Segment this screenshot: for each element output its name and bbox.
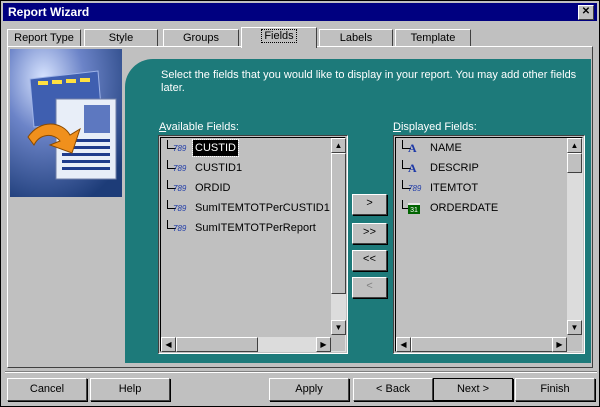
field-name: CUSTID	[192, 139, 239, 157]
move-all-right-button[interactable]: >>	[352, 223, 387, 244]
tab-fields[interactable]: Fields	[241, 27, 317, 48]
scroll-thumb[interactable]	[567, 153, 582, 173]
scroll-thumb[interactable]	[176, 337, 258, 352]
title-bar: Report Wizard ✕	[3, 3, 597, 21]
number-icon: 789	[173, 144, 187, 153]
vertical-scrollbar[interactable]: ▲ ▼	[331, 138, 346, 335]
tab-label: Labels	[339, 32, 373, 44]
close-button[interactable]: ✕	[578, 5, 594, 20]
tab-label: Groups	[182, 32, 220, 44]
field-name: ORDID	[195, 182, 231, 194]
vertical-scrollbar[interactable]: ▲ ▼	[567, 138, 582, 335]
horizontal-scrollbar[interactable]: ◀ ▶	[161, 337, 331, 352]
tab-report-type[interactable]: Report Type	[7, 29, 81, 47]
mnemonic: D	[393, 121, 401, 133]
field-name: SumITEMTOTPerCUSTID1	[195, 202, 330, 214]
scroll-down-button[interactable]: ▼	[331, 320, 346, 335]
text-icon: A	[408, 141, 417, 155]
tab-label: Style	[108, 32, 134, 44]
instructions-text: Select the fields that you would like to…	[161, 69, 577, 94]
field-name: SumITEMTOTPerReport	[195, 222, 316, 234]
scroll-down-button[interactable]: ▼	[567, 320, 582, 335]
number-icon: 789	[173, 184, 187, 193]
displayed-fields-label: Displayed Fields:	[393, 121, 477, 133]
apply-button[interactable]: Apply	[269, 378, 349, 401]
horizontal-scrollbar[interactable]: ◀ ▶	[396, 337, 567, 352]
move-selected-left-button[interactable]: <	[352, 277, 387, 298]
scroll-left-button[interactable]: ◀	[396, 337, 411, 352]
scroll-right-button[interactable]: ▶	[316, 337, 331, 352]
number-icon: 789	[408, 184, 422, 193]
displayed-fields-list[interactable]: A NAME A DESCRIP 789 ITEMTOT 31 ORDERDAT…	[393, 135, 585, 354]
tab-labels[interactable]: Labels	[319, 29, 393, 47]
scroll-thumb[interactable]	[411, 337, 553, 352]
label-text: isplayed Fields:	[400, 121, 477, 133]
field-name: CUSTID1	[195, 162, 243, 174]
tab-groups[interactable]: Groups	[163, 29, 239, 47]
move-all-left-button[interactable]: <<	[352, 250, 387, 271]
number-icon: 789	[173, 204, 187, 213]
tab-template[interactable]: Template	[395, 29, 471, 47]
tab-label: Template	[410, 32, 456, 44]
help-button[interactable]: Help	[90, 378, 170, 401]
field-name: ITEMTOT	[430, 182, 479, 194]
available-fields-label: Available Fields:	[159, 121, 239, 133]
report-wizard-window: Report Wizard ✕ Report Type Style Groups…	[0, 0, 600, 407]
scroll-right-button[interactable]: ▶	[552, 337, 567, 352]
date-icon: 31	[408, 203, 420, 214]
scroll-up-button[interactable]: ▲	[567, 138, 582, 153]
number-icon: 789	[173, 164, 187, 173]
field-name: DESCRIP	[430, 162, 479, 174]
tab-style[interactable]: Style	[84, 29, 158, 47]
list-frame	[395, 137, 583, 352]
tab-label: Fields	[261, 29, 297, 43]
report-wizard-illustration	[10, 49, 122, 197]
scroll-up-button[interactable]: ▲	[331, 138, 346, 153]
move-selected-right-button[interactable]: >	[352, 194, 387, 215]
back-button[interactable]: < Back	[353, 378, 433, 401]
next-button[interactable]: Next >	[433, 378, 513, 401]
available-fields-list[interactable]: 789 CUSTID 789 CUSTID1 789 ORDID 789 Sum…	[158, 135, 348, 354]
label-text: vailable Fields:	[166, 121, 239, 133]
field-name: NAME	[430, 142, 462, 154]
number-icon: 789	[173, 224, 187, 233]
cancel-button[interactable]: Cancel	[7, 378, 87, 401]
finish-button[interactable]: Finish	[515, 378, 595, 401]
footer-divider	[5, 371, 597, 373]
scroll-left-button[interactable]: ◀	[161, 337, 176, 352]
scroll-thumb[interactable]	[331, 153, 346, 294]
tab-strip: Report Type Style Groups Fields Labels T…	[7, 27, 597, 48]
list-frame	[160, 137, 346, 352]
tab-label: Report Type	[14, 32, 74, 44]
text-icon: A	[408, 161, 417, 175]
field-name: ORDERDATE	[430, 202, 499, 214]
window-title: Report Wizard	[8, 5, 90, 19]
